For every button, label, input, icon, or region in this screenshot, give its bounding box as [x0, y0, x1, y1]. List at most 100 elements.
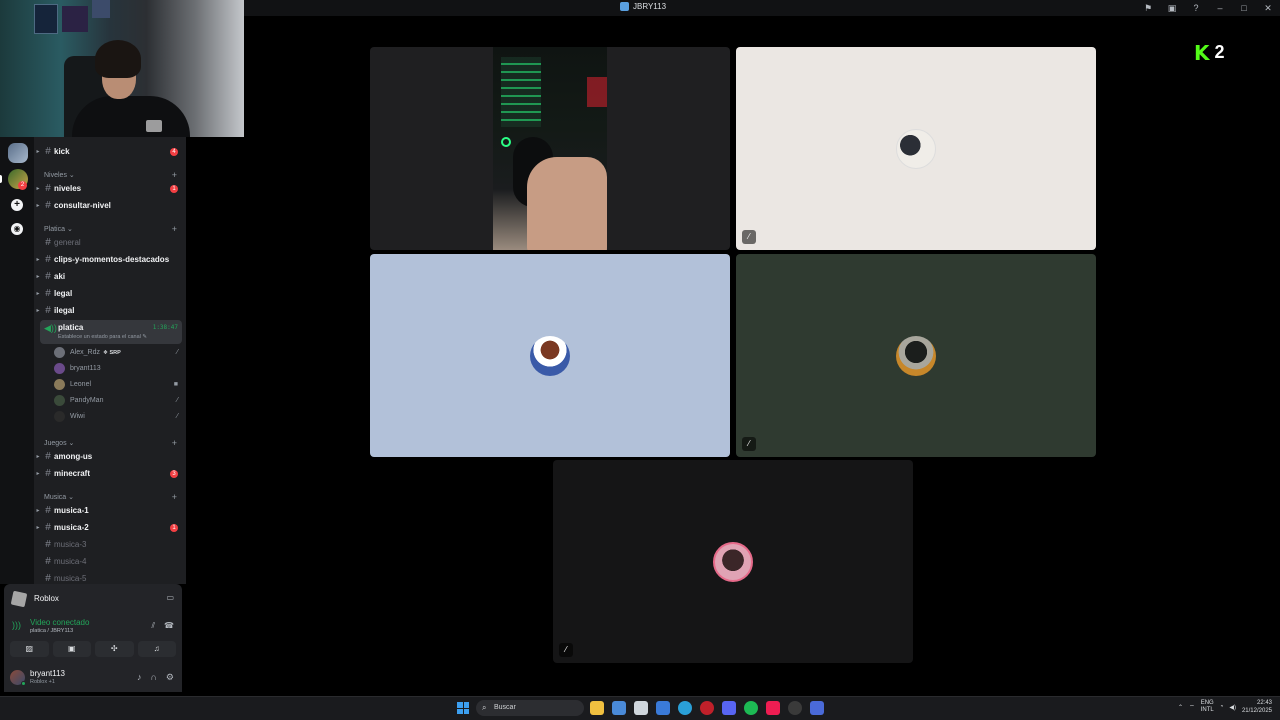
roblox-icon [10, 590, 28, 608]
caret-icon: ▸ [36, 186, 40, 192]
taskbar-apps [590, 701, 824, 715]
video-tile-participant[interactable] [370, 254, 730, 457]
voice-status[interactable]: Establece un estado para el canal ✎ [58, 334, 147, 340]
help-icon[interactable]: ? [1184, 3, 1208, 13]
channel-legal[interactable]: ▸ # legal [34, 286, 186, 301]
tray-expand-icon[interactable]: ⌃ [1178, 704, 1183, 711]
hash-icon: # [45, 451, 51, 462]
soundboard-button[interactable]: ♫ [137, 641, 176, 657]
signal-icon[interactable]: ))) [12, 620, 21, 630]
caret-icon: ▸ [36, 308, 40, 314]
headphones-icon[interactable]: ∩ [150, 672, 156, 683]
channel-name: musica-4 [54, 557, 87, 566]
noise-suppression-icon[interactable]: ⫽ [151, 621, 155, 631]
channel-consultar-nivel[interactable]: ▸ # consultar-nivel [34, 198, 186, 213]
voice-user[interactable]: bryant113 [54, 361, 182, 376]
category-name: Platica ⌄ [44, 226, 73, 233]
hash-icon: # [45, 505, 51, 516]
voice-channel-platica[interactable]: ◀)) platica 1:38:47 Establece un estado … [40, 320, 182, 344]
media-icon[interactable] [700, 701, 714, 715]
channel-among-us[interactable]: ▸ # among-us [34, 449, 186, 464]
close-button[interactable]: ✕ [1256, 3, 1280, 14]
maximize-button[interactable]: □ [1232, 3, 1256, 13]
connection-status[interactable]: Video conectado [30, 618, 89, 627]
screen-share-button[interactable]: ▣ [52, 641, 91, 657]
channel-musica-1[interactable]: ▸ # musica-1 [34, 503, 186, 518]
voice-user[interactable]: PandyMan ⁄ [54, 393, 182, 408]
voice-user[interactable]: Wiwi ⁄ [54, 409, 182, 424]
hash-icon: # [45, 522, 51, 533]
taskbar-clock[interactable]: 22:43 21/12/2025 [1242, 699, 1272, 715]
streamer-hair [95, 40, 141, 78]
channel-niveles[interactable]: ▸ # niveles 1 [34, 181, 186, 196]
pin-icon[interactable]: ⚑ [1136, 3, 1160, 14]
participant-avatar [530, 336, 570, 376]
username[interactable]: bryant113 [30, 669, 65, 678]
calendar-icon[interactable] [612, 701, 626, 715]
category-name: Musica ⌄ [44, 494, 75, 501]
server-icon-1[interactable] [8, 143, 28, 163]
discord-icon[interactable] [722, 701, 736, 715]
video-tile-stream[interactable] [370, 47, 730, 250]
spotify-icon[interactable] [744, 701, 758, 715]
channel-general[interactable]: # general [34, 235, 186, 250]
camera-off-button[interactable]: ▨ [10, 641, 49, 657]
voice-user[interactable]: Alex_Rdz ❖ SRP ⁄ [54, 345, 182, 360]
titlebar-controls: ⚑ ▣ ? – □ ✕ [1136, 0, 1280, 16]
add-channel-icon[interactable]: + [172, 224, 177, 234]
roblox-taskbar-icon[interactable] [810, 701, 824, 715]
discover-icon[interactable]: ◉ [11, 223, 23, 235]
windows-start-icon[interactable] [457, 702, 469, 714]
video-tile-participant[interactable]: ⁄ [736, 47, 1096, 250]
add-channel-icon[interactable]: + [172, 438, 177, 448]
hash-icon: # [45, 288, 51, 299]
channel-ilegal[interactable]: ▸ # ilegal [34, 303, 186, 318]
voice-user[interactable]: Leonel ■ [54, 377, 182, 392]
taskbar-search[interactable]: ⌕ Buscar [476, 700, 584, 716]
channel-musica-3[interactable]: # musica-3 [34, 537, 186, 552]
volume-icon[interactable]: ◀) [1229, 704, 1236, 711]
search-placeholder: Buscar [494, 704, 516, 711]
channel-musica-2[interactable]: ▸ # musica-2 1 [34, 520, 186, 535]
minimize-button[interactable]: – [1208, 3, 1232, 13]
caret-icon: ▸ [36, 471, 40, 477]
channel-kick[interactable]: ▸ # kick 4 [34, 144, 186, 159]
connection-location[interactable]: platica / JBRY113 [30, 628, 73, 634]
inbox-icon[interactable]: ▣ [1160, 3, 1184, 14]
channel-name: legal [54, 289, 73, 298]
tiktok-icon[interactable] [766, 701, 780, 715]
category-platica[interactable]: Platica ⌄ + [34, 223, 186, 235]
video-tile-participant[interactable]: ⁄ [553, 460, 913, 663]
channel-sidebar: ▸ # kick 4 Niveles ⌄ + ▸ # niveles 1 ▸ #… [34, 137, 186, 584]
caret-icon: ▸ [36, 525, 40, 531]
file-explorer-icon[interactable] [590, 701, 604, 715]
category-musica[interactable]: Musica ⌄ + [34, 491, 186, 503]
disconnect-icon[interactable]: ☎ [164, 621, 174, 631]
game-overlay-icon[interactable]: ▭ [166, 593, 174, 602]
notepad-icon[interactable] [634, 701, 648, 715]
activities-button[interactable]: ✣ [95, 641, 134, 657]
add-server-icon[interactable]: + [11, 199, 23, 211]
system-tray: ⌃ ⌔ ENG INTL ◔ ◀) 22:43 21/12/2025 [1178, 699, 1272, 715]
channel-aki[interactable]: ▸ # aki [34, 269, 186, 284]
mail-icon[interactable] [656, 701, 670, 715]
channel-musica-4[interactable]: # musica-4 [34, 554, 186, 569]
channel-minecraft[interactable]: ▸ # minecraft 3 [34, 466, 186, 481]
video-tile-participant[interactable]: ⁄ [736, 254, 1096, 457]
obs-icon[interactable] [788, 701, 802, 715]
network-status-icon[interactable]: ⌔ [1189, 703, 1195, 711]
channel-musica-5[interactable]: # musica-5 [34, 571, 186, 584]
edge-browser-icon[interactable] [678, 701, 692, 715]
hash-icon: # [45, 573, 51, 584]
add-channel-icon[interactable]: + [172, 492, 177, 502]
category-niveles[interactable]: Niveles ⌄ + [34, 169, 186, 181]
settings-gear-icon[interactable]: ⚙ [166, 672, 174, 683]
channel-name: aki [54, 272, 66, 281]
add-channel-icon[interactable]: + [172, 170, 177, 180]
wifi-icon[interactable]: ◔ [1220, 704, 1224, 710]
microphone-icon[interactable]: ♪ [137, 672, 142, 683]
channel-clips[interactable]: ▸ # clips-y-momentos-destacados [34, 252, 186, 267]
category-juegos[interactable]: Juegos ⌄ + [34, 437, 186, 449]
language-indicator[interactable]: ENG INTL [1201, 700, 1214, 714]
hand [527, 157, 607, 250]
